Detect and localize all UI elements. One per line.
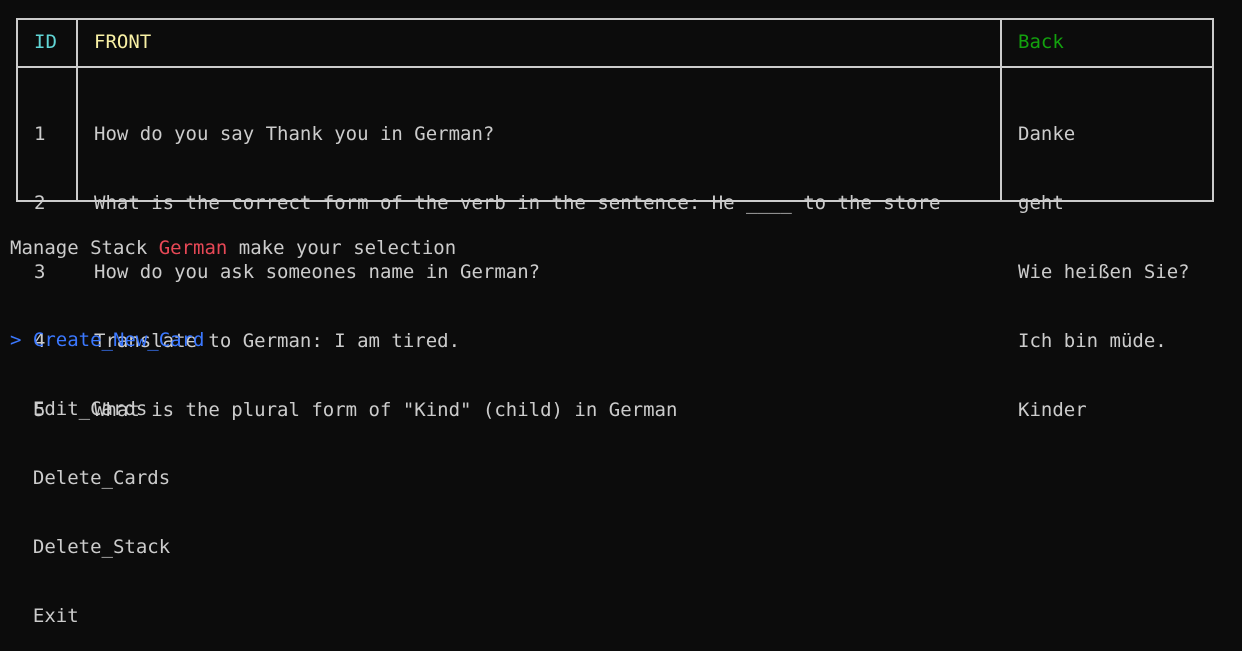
menu-item-label: Delete_Stack: [32, 536, 171, 558]
column-header-front: FRONT: [94, 31, 152, 53]
table-header-divider: [18, 66, 1212, 68]
table-cell-front: What is the correct form of the verb in …: [94, 192, 941, 214]
column-header-id: ID: [34, 31, 57, 53]
menu-item-delete-cards[interactable]: Delete_Cards: [10, 467, 205, 490]
cards-table: ID FRONT Back 1 2 3 4 5 How do you say T…: [16, 18, 1214, 421]
selection-cursor: >: [10, 329, 22, 351]
menu-item-label: Delete_Cards: [32, 467, 171, 489]
menu-item-create-new-card[interactable]: > Create_New_Card: [10, 329, 205, 352]
table-cell-back: Danke: [1018, 123, 1076, 145]
selection-menu: > Create_New_Card Edit_Cards Delete_Card…: [10, 283, 205, 651]
menu-prompt: Manage Stack German make your selection: [10, 237, 456, 260]
table-divider: [1000, 20, 1002, 200]
table-cell-back: Kinder: [1018, 399, 1087, 421]
table-cell-back: Wie heißen Sie?: [1018, 261, 1190, 283]
table-cell-id: 1: [34, 123, 46, 145]
stack-name: German: [158, 237, 228, 259]
menu-item-label: Exit: [32, 605, 79, 627]
menu-item-delete-stack[interactable]: Delete_Stack: [10, 536, 205, 559]
back-column: Danke geht Wie heißen Sie? Ich bin müde.…: [1018, 77, 1190, 468]
table-cell-back: Ich bin müde.: [1018, 330, 1167, 352]
column-header-back: Back: [1018, 31, 1064, 53]
table-cell-id: 3: [34, 261, 46, 283]
menu-prompt-prefix: Manage Stack: [10, 237, 159, 259]
menu-item-exit[interactable]: Exit: [10, 605, 205, 628]
table-cell-front: Translate to German: I am tired.: [94, 330, 461, 352]
menu-item-label: Create_New_Card: [32, 329, 205, 351]
table-cell-id: 2: [34, 192, 46, 214]
table-cell-back: geht: [1018, 192, 1064, 214]
table-cell-front: What is the plural form of "Kind" (child…: [94, 399, 678, 421]
menu-item-label: Edit_Cards: [32, 398, 148, 420]
table-cell-front: How do you ask someones name in German?: [94, 261, 541, 283]
table-cell-front: How do you say Thank you in German?: [94, 123, 495, 145]
front-column: How do you say Thank you in German? What…: [94, 77, 940, 468]
menu-prompt-suffix: make your selection: [227, 237, 457, 259]
